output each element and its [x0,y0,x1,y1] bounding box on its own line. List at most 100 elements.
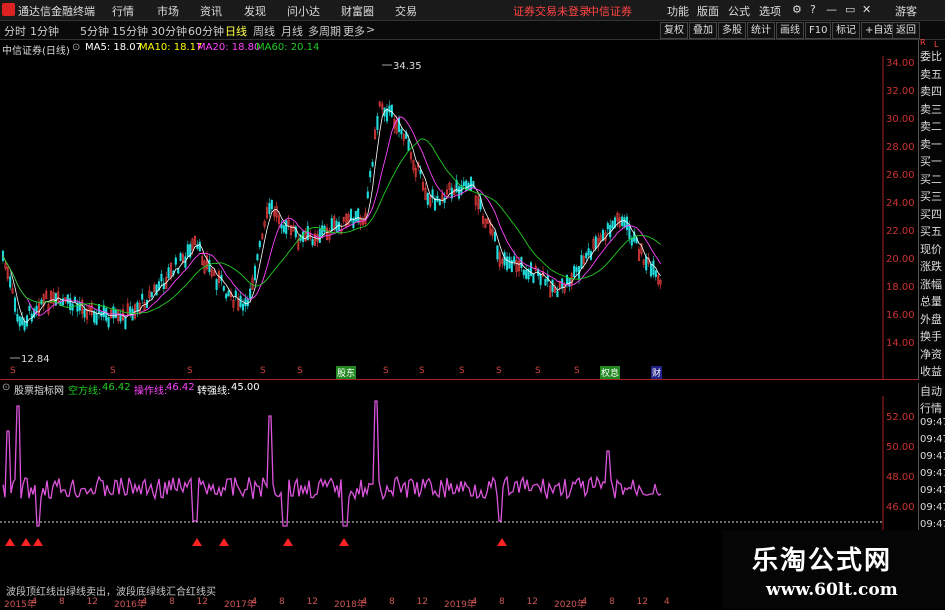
quote-field-label: 外盘 [920,312,942,326]
quote-field-label: 卖三 [920,102,942,116]
y-tick: 18.00 [886,282,915,293]
quote-field-label: 收益 [920,365,942,378]
indicator-name[interactable]: 股票指标网 [14,382,64,397]
date-tick: 4 [141,597,148,607]
event-marker[interactable]: S [419,366,425,376]
stock-name[interactable]: 中信证券(日线) [2,42,70,57]
menu-market[interactable]: 市场 [157,3,179,19]
period-intraday[interactable]: 分时 [4,23,26,39]
date-tick: 12 [306,597,318,607]
login-status[interactable]: 证券交易未登录 [513,3,590,19]
quote-field-label: 净资 [920,347,942,361]
event-marker[interactable]: S [260,366,266,376]
app-title: 通达信金融终端 [18,5,95,18]
panel-r-label[interactable]: R [920,38,926,47]
tick-time-label: 09:47 [920,468,945,479]
quote-field-label: 总量 [920,295,942,308]
date-tick: 4 [251,597,258,607]
period-multi[interactable]: 多周期 [308,23,341,39]
stats-button[interactable]: 统计 [747,22,775,39]
period-5min[interactable]: 5分钟 [80,23,109,39]
quote-field-label: 换手 [920,330,942,343]
broker-name[interactable]: 中信证券 [588,3,632,19]
chart-settings-icon[interactable]: ⊙ [72,42,80,53]
date-axis: 2015年 4 8 12 2016年 4 8 12 2017年 4 8 12 2018年 4 8 12 2019… [0,597,720,610]
event-marker[interactable]: S [10,366,16,376]
y-tick: 14.00 [886,338,915,349]
event-marker[interactable]: S [496,366,502,376]
chevron-right-icon[interactable]: > [366,23,375,36]
date-tick: 8 [499,597,505,607]
event-marker[interactable]: S [187,366,193,376]
mark-button[interactable]: 标记 [832,22,860,39]
period-more[interactable]: 更多 [343,23,365,39]
event-marker[interactable]: S [535,366,541,376]
date-tick: 12 [526,597,538,607]
period-15min[interactable]: 15分钟 [112,23,148,39]
chart-info-line: 中信证券(日线) ⊙ MA5: 18.07 MA10: 18.17 MA20: … [0,40,880,57]
period-1min[interactable]: 1分钟 [30,23,59,39]
minimize-icon[interactable]: — [826,3,837,16]
multistock-button[interactable]: 多股 [718,22,746,39]
event-marker[interactable]: S [297,366,303,376]
y-tick: 16.00 [886,310,915,321]
y-tick: 48.00 [886,472,915,483]
date-tick: 4 [581,597,588,607]
period-daily[interactable]: 日线 [225,23,247,39]
watermark-url: www.60lt.com [766,580,898,600]
menu-quotes[interactable]: 行情 [112,3,134,19]
guest-label[interactable]: 游客 [895,3,917,19]
date-tick: 8 [59,597,65,607]
date-tick: 4 [31,597,38,607]
period-60min[interactable]: 60分钟 [188,23,224,39]
date-tick: 12 [636,597,648,607]
event-marker[interactable]: S [459,366,465,376]
event-marker-shareholder[interactable]: 股东 [336,366,357,379]
watermark: 乐淘公式网 www.60lt.com [722,530,945,609]
tick-time-label[interactable]: 自动 [920,383,942,399]
date-tick: 8 [389,597,395,607]
menu-bar: 通达信金融终端 行情 市场 资讯 发现 问小达 财富圈 交易 证券交易未登录 中… [0,0,945,21]
period-weekly[interactable]: 周线 [253,23,275,39]
ma5-value: MA5: 18.07 [85,42,143,53]
event-marker-dividend[interactable]: 权息 [600,366,621,379]
period-monthly[interactable]: 月线 [281,23,303,39]
settings-icon[interactable]: ⚙ [792,3,802,16]
menu-trade[interactable]: 交易 [395,3,417,19]
y-tick: 32.00 [886,86,915,97]
quote-field-label: 涨跌 [920,260,942,273]
line1-label: 空方线: [68,386,102,397]
quote-field-label: 委比 [920,50,942,63]
adjust-button[interactable]: 复权 [660,22,688,39]
y-tick: 26.00 [886,170,915,181]
quote-field-label: 现价 [920,242,942,256]
date-tick: 12 [86,597,98,607]
menu-layout[interactable]: 版面 [697,3,719,19]
menu-formula[interactable]: 公式 [728,3,750,19]
ma20-value: MA20: 18.80 [197,42,261,53]
menu-discover[interactable]: 发现 [244,3,266,19]
period-30min[interactable]: 30分钟 [151,23,187,39]
menu-news[interactable]: 资讯 [200,3,222,19]
event-marker[interactable]: S [574,366,580,376]
menu-options[interactable]: 选项 [759,3,781,19]
indicator-settings-icon[interactable]: ⊙ [2,382,10,393]
draw-button[interactable]: 画线 [776,22,804,39]
menu-wealth[interactable]: 财富圈 [341,3,374,19]
back-button[interactable]: 返回 [892,22,920,39]
event-marker[interactable]: S [110,366,116,376]
event-marker[interactable]: S [383,366,389,376]
restore-icon[interactable]: ▭ [845,3,855,16]
help-icon[interactable]: ? [810,3,816,16]
tick-time-label: 09:47 [920,434,945,445]
y-tick: 30.00 [886,114,915,125]
menu-ask[interactable]: 问小达 [287,3,320,19]
line2-label: 操作线: [134,386,168,397]
menu-function[interactable]: 功能 [667,3,689,19]
overlay-button[interactable]: 叠加 [689,22,717,39]
y-tick: 22.00 [886,226,915,237]
event-marker-finance[interactable]: 财 [651,366,663,379]
close-icon[interactable]: ✕ [862,3,871,16]
f10-button[interactable]: F10 [805,22,832,39]
tick-time-label: 行情 [920,402,942,415]
